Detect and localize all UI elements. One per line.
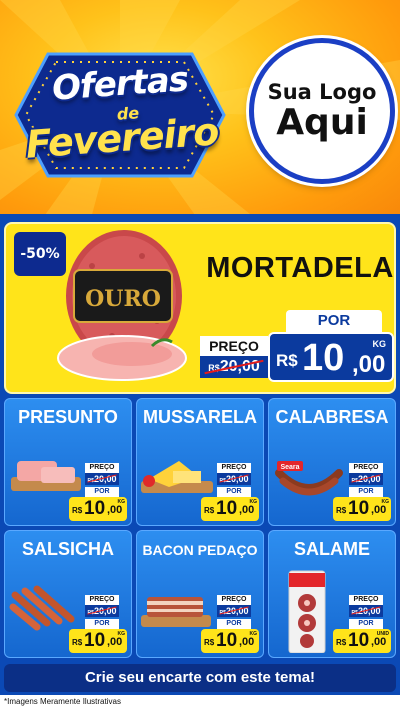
old-price: R$20,00 <box>200 356 268 378</box>
product-card-salsicha[interactable]: SALSICHA PREÇO R$20,00 POR R$10,00KG <box>4 530 132 658</box>
product-card-calabresa[interactable]: CALABRESA Seara PREÇO R$20,00 POR R$10,0… <box>268 398 396 526</box>
new-price-label: POR <box>349 619 383 629</box>
product-card-presunto[interactable]: PRESUNTO PREÇO R$20,00 POR R$10,00KG <box>4 398 132 526</box>
price-integer: 10 <box>84 498 106 519</box>
new-price-label: POR <box>85 619 119 629</box>
calabresa-image: Seara <box>275 461 343 496</box>
new-price-label: POR <box>286 310 382 332</box>
brand-label: OURO <box>85 286 161 312</box>
mussarela-image <box>141 461 213 493</box>
currency: R$ <box>72 638 83 647</box>
salsicha-image <box>9 585 75 631</box>
seara-logo: Seara <box>280 464 299 471</box>
currency: R$ <box>204 638 215 647</box>
old-price-label: PREÇO <box>85 463 119 473</box>
new-price-label: POR <box>349 487 383 497</box>
old-price: R$20,00 <box>85 473 119 485</box>
product-name: SALAME <box>294 539 370 559</box>
bacon-image <box>141 597 211 627</box>
cta-banner[interactable]: Crie seu encarte com este tema! <box>4 664 396 692</box>
price-unit: KG <box>117 499 126 505</box>
old-price-label: PREÇO <box>85 595 119 605</box>
new-price: R$ 10,00 UNID <box>333 629 391 653</box>
price-decimal: ,00 <box>239 504 255 516</box>
product-card-bacon[interactable]: BACON PEDAÇO PREÇO R$20,00 POR R$10,00KG <box>136 530 264 658</box>
hero-product-name: MORTADELA <box>206 252 394 284</box>
currency: R$ <box>204 506 215 515</box>
price-integer: 10 <box>348 498 370 519</box>
discount-badge: -50% <box>14 232 66 276</box>
old-price: R$20,00 <box>85 605 119 617</box>
new-price: R$ 10,00 KG <box>333 497 391 521</box>
product-name: MUSSARELA <box>142 407 257 427</box>
product-name: PRESUNTO <box>18 407 118 427</box>
new-price: R$ 10,00 KG <box>201 497 259 521</box>
price-unit: KG <box>381 499 390 505</box>
title-badge: Ofertas de Fevereiro <box>8 44 232 186</box>
new-price: R$ 10 ,00 KG <box>268 332 394 382</box>
new-price-label: POR <box>85 487 119 497</box>
price-decimal: ,00 <box>107 504 123 516</box>
product-name: SALSICHA <box>21 539 114 559</box>
product-name: CALABRESA <box>275 407 389 427</box>
presunto-image <box>11 461 81 491</box>
old-price-label: PREÇO <box>217 463 251 473</box>
currency: R$ <box>336 506 347 515</box>
old-price-label: PREÇO <box>349 463 383 473</box>
price-decimal: ,00 <box>107 636 123 648</box>
price-decimal: ,00 <box>371 636 387 648</box>
logo-text-line1: Sua Logo <box>267 79 377 104</box>
price-integer: 10 <box>348 630 370 651</box>
price-decimal: ,00 <box>371 504 387 516</box>
new-price-label: POR <box>217 619 251 629</box>
product-name: BACON PEDAÇO <box>142 542 258 558</box>
hero-offer-card[interactable]: OURO -50% MORTADELA PREÇO R$20,00 POR R$… <box>4 222 396 394</box>
currency: R$ <box>336 638 347 647</box>
currency: R$ <box>72 506 83 515</box>
new-price-label: POR <box>217 487 251 497</box>
logo-text-line2: Aqui <box>276 101 368 143</box>
price-unit: UNID <box>376 631 389 637</box>
new-price: R$ 10,00 KG <box>69 497 127 521</box>
price-integer: 10 <box>216 630 238 651</box>
old-price: R$20,00 <box>217 473 251 485</box>
header-banner: Ofertas de Fevereiro Sua Logo Aqui <box>0 0 400 222</box>
product-card-mussarela[interactable]: MUSSARELA PREÇO R$20,00 POR R$10,00KG <box>136 398 264 526</box>
new-price: R$ 10,00 KG <box>69 629 127 653</box>
price-unit: KG <box>249 499 258 505</box>
old-price-label: PREÇO <box>217 595 251 605</box>
mortadela-image: OURO <box>57 230 187 381</box>
flyer-page: Ofertas de Fevereiro Sua Logo Aqui OURO … <box>0 0 400 711</box>
price-unit: KG <box>117 631 126 637</box>
old-price-label: PREÇO <box>349 595 383 605</box>
price-integer: 10 <box>302 337 345 379</box>
price-unit: KG <box>249 631 258 637</box>
new-price: R$ 10,00 KG <box>201 629 259 653</box>
product-card-salame[interactable]: SALAME PREÇO R$20,00 POR R$10,00UNID <box>268 530 396 658</box>
price-integer: 10 <box>84 630 106 651</box>
old-price-label: PREÇO <box>200 336 268 356</box>
old-price: R$20,00 <box>217 605 251 617</box>
old-price: R$20,00 <box>349 605 383 617</box>
price-unit: KG <box>372 339 387 349</box>
price-integer: 10 <box>216 498 238 519</box>
price-decimal: ,00 <box>352 351 386 378</box>
logo-placeholder[interactable]: Sua Logo Aqui <box>249 38 395 184</box>
price-decimal: ,00 <box>239 636 255 648</box>
currency: R$ <box>276 351 298 370</box>
old-price: R$20,00 <box>349 473 383 485</box>
disclaimer-text: *Imagens Meramente Ilustrativas <box>4 697 121 706</box>
